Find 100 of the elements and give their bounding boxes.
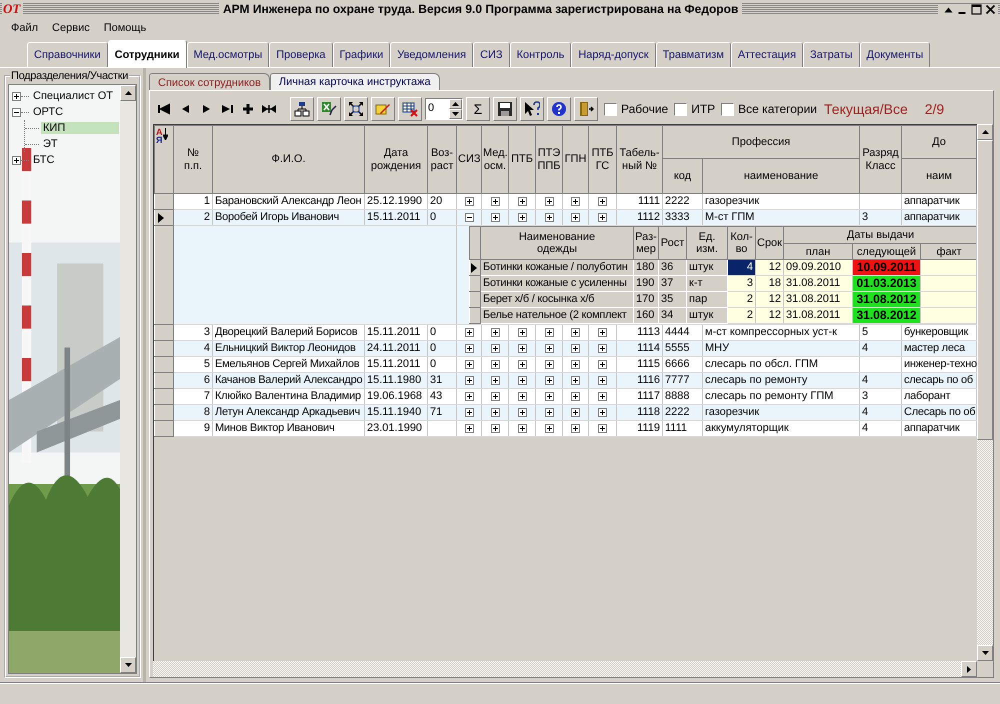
expand-icon[interactable] [544,392,554,401]
sum-button[interactable]: Σ [466,97,490,121]
expand-icon[interactable] [544,328,554,337]
expand-icon[interactable] [490,424,500,433]
save-button[interactable] [493,97,517,121]
expand-icon[interactable] [544,197,554,206]
row-header[interactable] [154,210,174,226]
sort-button[interactable]: А Я [156,128,168,144]
scroll-up-button[interactable] [977,124,994,140]
tree-item[interactable]: БТС [31,154,56,166]
expand-icon[interactable] [464,328,474,337]
expand-icon[interactable] [571,392,580,401]
menu-item[interactable]: Сервис [45,21,97,35]
expand-icon[interactable] [518,344,526,353]
column-header[interactable]: Даты выдачи [784,226,978,244]
column-header[interactable]: Разряд Класс [860,126,902,194]
column-header[interactable]: код [662,158,702,194]
scroll-down-button[interactable] [120,657,136,673]
expand-icon[interactable] [598,213,607,222]
scroll-up-button[interactable] [120,85,136,101]
expand-icon[interactable] [598,392,607,401]
expand-icon[interactable] [598,344,607,353]
expand-icon[interactable] [544,360,554,369]
filter-checkbox[interactable]: Все категории [721,102,818,116]
expand-icon[interactable] [518,408,526,417]
tab[interactable]: СИЗ [473,42,510,67]
expand-icon[interactable] [464,360,474,369]
tree-item[interactable]: ЭТ [41,138,60,150]
tab[interactable]: Контроль [510,42,572,67]
column-header[interactable]: Наименование одежды [480,226,634,260]
expand-icon[interactable] [544,344,554,353]
column-header[interactable]: ПТЭ ППБ [536,126,562,194]
column-header[interactable]: план [784,244,852,260]
tree-item[interactable]: ОРТС [31,106,66,118]
expand-icon[interactable] [598,424,607,433]
column-header[interactable]: Раз- мер [634,226,658,260]
column-header[interactable]: следующей [852,244,920,260]
tab[interactable]: Сотрудники [108,40,186,68]
exit-door-button[interactable] [574,97,598,121]
menu-item[interactable]: Файл [4,21,46,35]
close-icon[interactable] [985,4,996,14]
tab[interactable]: Список сотрудников [149,73,270,91]
tab[interactable]: Затраты [803,42,860,67]
expand-icon[interactable] [12,92,21,100]
expand-icon[interactable] [12,156,21,164]
expand-icon[interactable] [571,376,580,385]
tab[interactable]: Графики [332,42,390,67]
menu-item[interactable]: Помощь [96,21,154,35]
column-header[interactable]: До [902,126,977,158]
hierarchy-button[interactable] [290,97,314,121]
expand-icon[interactable] [518,392,526,401]
column-header[interactable]: Мед. осм. [482,126,508,194]
expand-icon[interactable] [598,197,607,206]
expand-icon[interactable] [490,392,500,401]
expand-icon[interactable] [464,424,474,433]
spreadsheet-export-button[interactable] [317,97,341,121]
filter-checkbox[interactable]: ИТР [674,102,716,116]
expand-icon[interactable] [464,392,474,401]
expand-icon[interactable] [544,424,554,433]
tab[interactable]: Аттестация [730,42,804,67]
tab[interactable]: Документы [860,42,930,67]
column-header[interactable]: Дата рождения [364,126,428,194]
column-header[interactable]: наименование [702,158,860,194]
scroll-right-button[interactable] [961,661,978,677]
expand-icon[interactable] [518,360,526,369]
expand-icon[interactable] [571,344,580,353]
fit-arrows-button[interactable] [344,97,368,121]
column-header[interactable]: Срок [756,226,784,260]
expand-icon[interactable] [518,328,526,337]
tab[interactable]: Травматизм [656,42,731,67]
maximize-icon[interactable] [971,4,982,14]
tree-item[interactable]: КИП [41,122,119,134]
expand-icon[interactable] [518,197,526,206]
expand-icon[interactable] [464,408,474,417]
expand-icon[interactable] [544,213,554,222]
spin-up-icon[interactable] [452,102,459,106]
expand-icon[interactable] [464,344,474,353]
expand-icon[interactable] [490,213,500,222]
column-header[interactable]: ПТБ ГС [588,126,616,194]
spin-field[interactable]: 0 [425,98,463,120]
expand-icon[interactable] [490,408,500,417]
expand-icon[interactable] [490,328,500,337]
expand-icon[interactable] [464,197,474,206]
tab[interactable]: Уведомления [390,42,474,67]
tree-item[interactable]: Специалист ОТ [31,90,116,102]
column-header[interactable]: Воз- раст [428,126,456,194]
expand-icon[interactable] [571,213,580,222]
expand-icon[interactable] [490,360,500,369]
expand-icon[interactable] [544,408,554,417]
expand-icon[interactable] [490,344,500,353]
column-header[interactable]: Рост [658,226,686,260]
column-header[interactable]: Кол- во [728,226,756,260]
column-header[interactable]: СИЗ [456,126,482,194]
expand-icon[interactable] [571,197,580,206]
expand-icon[interactable] [518,213,526,222]
expand-icon[interactable] [544,376,554,385]
collapse-icon[interactable] [464,213,474,222]
column-header[interactable]: № п.п. [174,126,212,194]
tab[interactable]: Личная карточка инструктажа [270,73,440,90]
column-header[interactable]: наим [902,158,977,194]
